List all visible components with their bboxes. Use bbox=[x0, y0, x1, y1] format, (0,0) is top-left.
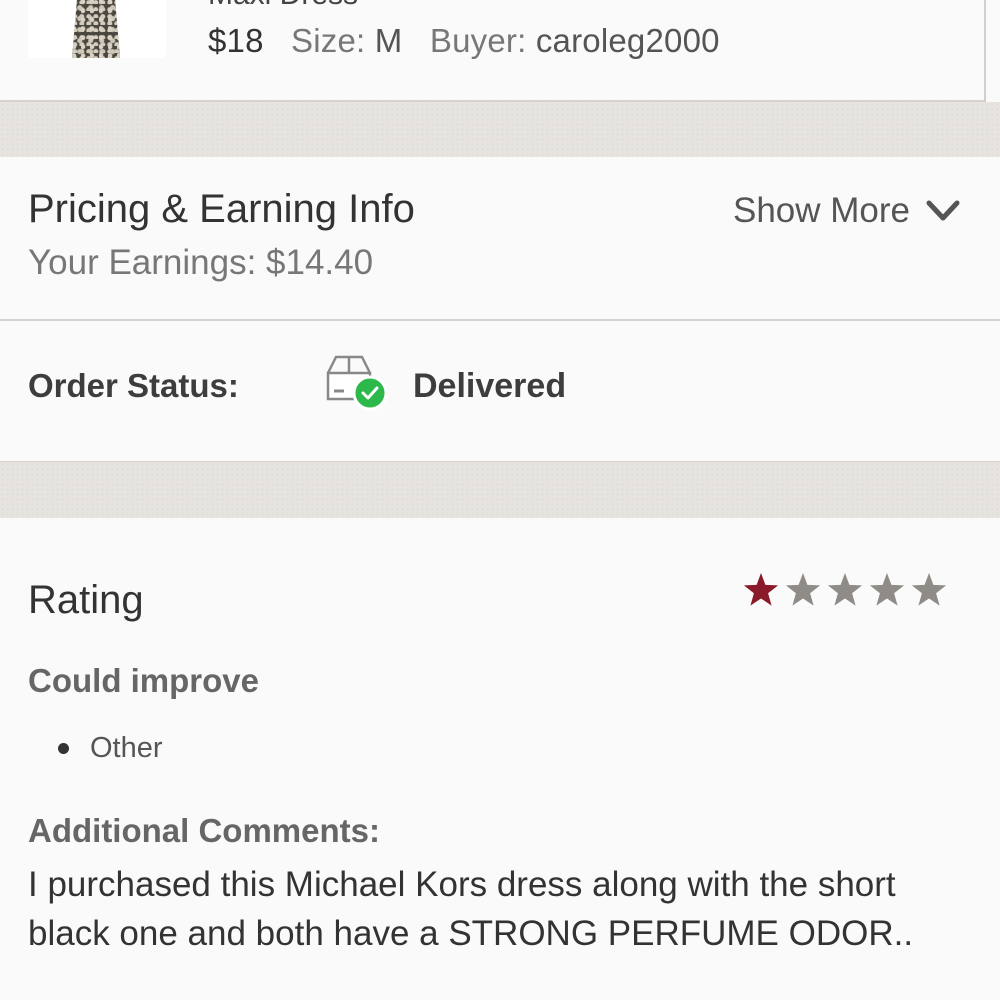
show-more-label: Show More bbox=[732, 191, 910, 230]
could-improve-label: Could improve bbox=[28, 662, 260, 699]
additional-comments-text: I purchased this Michael Kors dress alon… bbox=[28, 865, 914, 953]
dress-image bbox=[72, 0, 120, 58]
listing-price: $18 bbox=[208, 22, 264, 59]
listing-card[interactable]: Maxi Dress $18 Size: M Buyer: caroleg200… bbox=[0, 0, 1000, 102]
listing-title: Maxi Dress bbox=[208, 0, 358, 12]
show-more-button[interactable]: Show More bbox=[733, 191, 960, 231]
size-value: M bbox=[374, 22, 403, 59]
star-empty-icon bbox=[911, 573, 947, 606]
listing-thumbnail[interactable] bbox=[28, 0, 166, 58]
pricing-title: Pricing & Earning Info bbox=[28, 187, 415, 231]
star-rating bbox=[740, 570, 950, 610]
star-empty-icon bbox=[827, 573, 863, 606]
section-divider bbox=[0, 462, 1000, 518]
reason-text: Other bbox=[90, 732, 163, 764]
order-status-value: Delivered bbox=[413, 367, 567, 405]
order-status-label: Order Status: bbox=[28, 367, 239, 404]
star-filled-icon bbox=[743, 573, 779, 606]
additional-comments-label: Additional Comments: bbox=[28, 812, 380, 849]
list-item: Other bbox=[58, 732, 163, 765]
order-details-screen: Maxi Dress $18 Size: M Buyer: caroleg200… bbox=[0, 0, 1000, 1000]
pricing-section: Pricing & Earning Info Your Earnings: $1… bbox=[0, 157, 1000, 321]
listing-meta: $18 Size: M Buyer: caroleg2000 bbox=[208, 22, 720, 60]
size-label: Size: bbox=[291, 22, 366, 59]
section-divider bbox=[0, 102, 1000, 157]
buyer-label: Buyer: bbox=[429, 22, 527, 59]
order-status-section: Order Status: Delivered bbox=[0, 321, 1000, 463]
earnings-text: Your Earnings: $14.40 bbox=[28, 243, 374, 282]
rating-section: Rating Could improve Other Additional Co… bbox=[0, 518, 1000, 1000]
buyer-username[interactable]: caroleg2000 bbox=[536, 22, 720, 59]
rating-title: Rating bbox=[28, 578, 144, 622]
star-empty-icon bbox=[785, 573, 821, 606]
star-empty-icon bbox=[869, 573, 905, 606]
chevron-down-icon bbox=[926, 200, 960, 221]
bullet-icon bbox=[58, 743, 69, 754]
box-delivered-icon bbox=[326, 355, 388, 411]
